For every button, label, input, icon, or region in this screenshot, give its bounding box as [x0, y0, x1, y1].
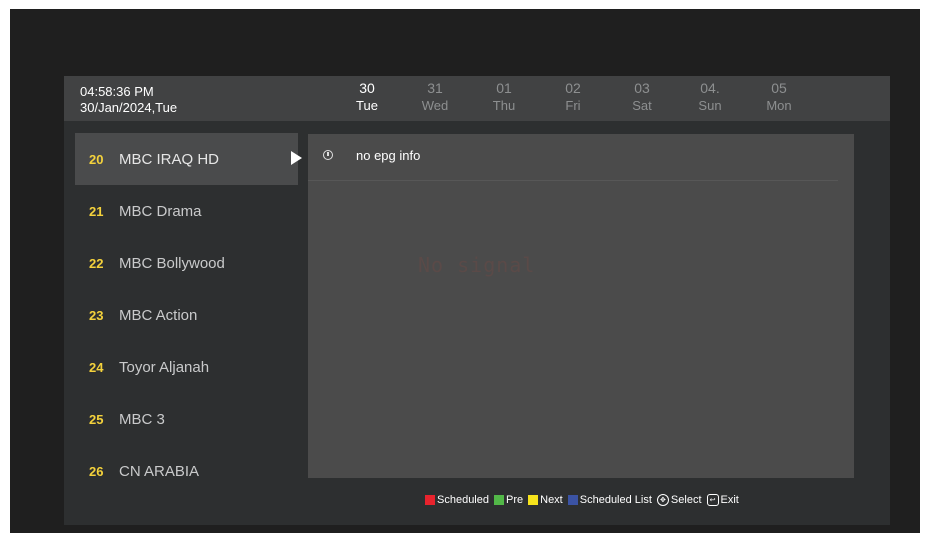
current-date: 30/Jan/2024,Tue	[80, 100, 178, 115]
channel-name: Toyor Aljanah	[119, 358, 210, 376]
legend-scheduled-list: Scheduled List	[567, 494, 652, 506]
channel-item-mbc-drama[interactable]: 21 MBC Drama	[75, 185, 298, 237]
date-tab-30[interactable]: 30 Tue	[337, 80, 397, 114]
channel-number: 26	[89, 463, 104, 479]
channel-number: 23	[89, 307, 104, 323]
current-datetime: 04:58:36 PM 30/Jan/2024,Tue	[80, 84, 177, 116]
date-tab-number: 05	[771, 80, 787, 96]
current-time: 04:58:36 PM	[80, 84, 154, 99]
channel-item-mbc-action[interactable]: 23 MBC Action	[75, 289, 298, 341]
legend-label: Next	[540, 494, 563, 506]
legend-label: Exit	[720, 494, 739, 506]
back-icon: ↩	[706, 494, 719, 506]
legend-exit: ↩ Exit	[706, 494, 739, 506]
channel-name: CN ARABIA	[119, 462, 200, 480]
date-tab-day: Mon	[766, 98, 792, 113]
date-tab-03[interactable]: 03 Sat	[612, 80, 672, 114]
channel-number: 22	[89, 255, 104, 271]
channel-name: MBC Action	[119, 306, 198, 324]
channel-item-mbc-iraq-hd[interactable]: 20 MBC IRAQ HD	[75, 133, 298, 185]
channel-number: 21	[89, 203, 104, 219]
date-tab-05[interactable]: 05 Mon	[749, 80, 809, 114]
dpad-ok-icon: ✥	[656, 494, 669, 506]
clock-icon	[323, 150, 333, 160]
no-signal-overlay: No signal	[418, 253, 536, 277]
date-tab-number: 03	[634, 80, 650, 96]
yellow-key-icon	[528, 495, 539, 505]
play-arrow-icon	[291, 151, 302, 165]
date-tab-day: Tue	[356, 98, 378, 113]
legend-label: Scheduled	[437, 494, 489, 506]
date-tab-31[interactable]: 31 Wed	[405, 80, 465, 114]
legend-label: Scheduled List	[579, 494, 652, 506]
channel-item-cn-arabia[interactable]: 26 CN ARABIA	[75, 445, 298, 497]
channel-name: MBC 3	[119, 410, 165, 428]
red-key-icon	[425, 495, 435, 505]
key-legend: Scheduled Pre Next Scheduled List ✥ Sele…	[425, 492, 744, 508]
legend-scheduled: Scheduled	[425, 494, 489, 506]
green-key-icon	[494, 495, 504, 505]
date-tab-number: 02	[565, 80, 581, 96]
channel-name: MBC Bollywood	[119, 254, 225, 272]
epg-entry-text: no epg info	[356, 148, 421, 163]
channel-item-mbc-bollywood[interactable]: 22 MBC Bollywood	[75, 237, 298, 289]
date-tab-number: 31	[427, 80, 443, 96]
legend-next: Next	[528, 494, 563, 506]
channel-number: 25	[89, 411, 104, 427]
date-tab-day: Sat	[632, 98, 652, 113]
channel-number: 20	[89, 151, 104, 167]
date-tab-01[interactable]: 01 Thu	[474, 80, 534, 114]
channel-item-mbc-3[interactable]: 25 MBC 3	[75, 393, 298, 445]
legend-pre: Pre	[494, 494, 523, 506]
epg-program-area	[308, 134, 854, 478]
date-tab-day: Thu	[492, 98, 516, 113]
blue-key-icon	[567, 495, 578, 505]
date-tab-number: 01	[496, 80, 512, 96]
date-tab-02[interactable]: 02 Fri	[543, 80, 603, 114]
legend-label: Pre	[506, 494, 524, 506]
date-tab-04[interactable]: 04. Sun	[680, 80, 740, 114]
date-tab-day: Wed	[421, 98, 449, 113]
legend-label: Select	[670, 494, 702, 506]
date-tab-day: Fri	[565, 98, 581, 113]
legend-select: ✥ Select	[656, 494, 702, 506]
channel-item-toyor-aljanah[interactable]: 24 Toyor Aljanah	[75, 341, 298, 393]
date-tab-number: 04.	[700, 80, 720, 96]
date-tab-day: Sun	[698, 98, 722, 113]
channel-number: 24	[89, 359, 104, 375]
channel-name: MBC IRAQ HD	[119, 150, 220, 168]
channel-name: MBC Drama	[119, 202, 202, 220]
date-tab-number: 30	[359, 80, 375, 96]
